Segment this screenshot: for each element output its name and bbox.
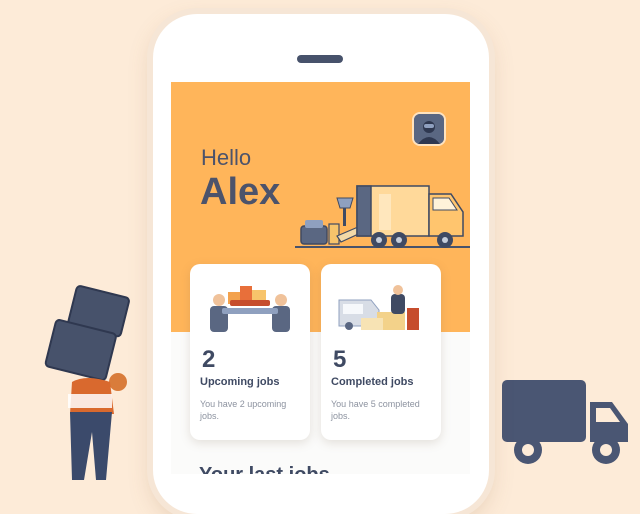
- moving-truck-illustration: [295, 185, 470, 248]
- movers-carrying-furniture-illustration: [210, 286, 290, 332]
- upcoming-jobs-description: You have 2 upcoming jobs.: [200, 399, 287, 421]
- delivered-van-illustration: [338, 285, 419, 330]
- upcoming-jobs-title: Upcoming jobs: [200, 376, 280, 388]
- upcoming-jobs-count: 2: [202, 346, 216, 373]
- user-name: Alex: [200, 171, 281, 213]
- scene: Hello Alex 2 Upcoming jobs You have 2 up…: [0, 0, 640, 514]
- completed-jobs-count: 5: [333, 346, 347, 373]
- last-jobs-heading: Your last jobs: [199, 464, 330, 474]
- phone-speaker: [297, 55, 343, 63]
- user-avatar-icon[interactable]: [414, 114, 444, 144]
- person-carrying-boxes-icon: [44, 285, 130, 480]
- delivery-truck-icon: [502, 380, 628, 464]
- upcoming-jobs-card[interactable]: 2 Upcoming jobs You have 2 upcoming jobs…: [190, 264, 310, 440]
- completed-jobs-card[interactable]: 5 Completed jobs You have 5 completed jo…: [321, 264, 441, 440]
- app-screen: Hello Alex 2 Upcoming jobs You have 2 up…: [171, 82, 470, 474]
- completed-jobs-description: You have 5 completed jobs.: [331, 399, 420, 421]
- greeting-text: Hello: [201, 145, 252, 170]
- completed-jobs-title: Completed jobs: [331, 376, 414, 388]
